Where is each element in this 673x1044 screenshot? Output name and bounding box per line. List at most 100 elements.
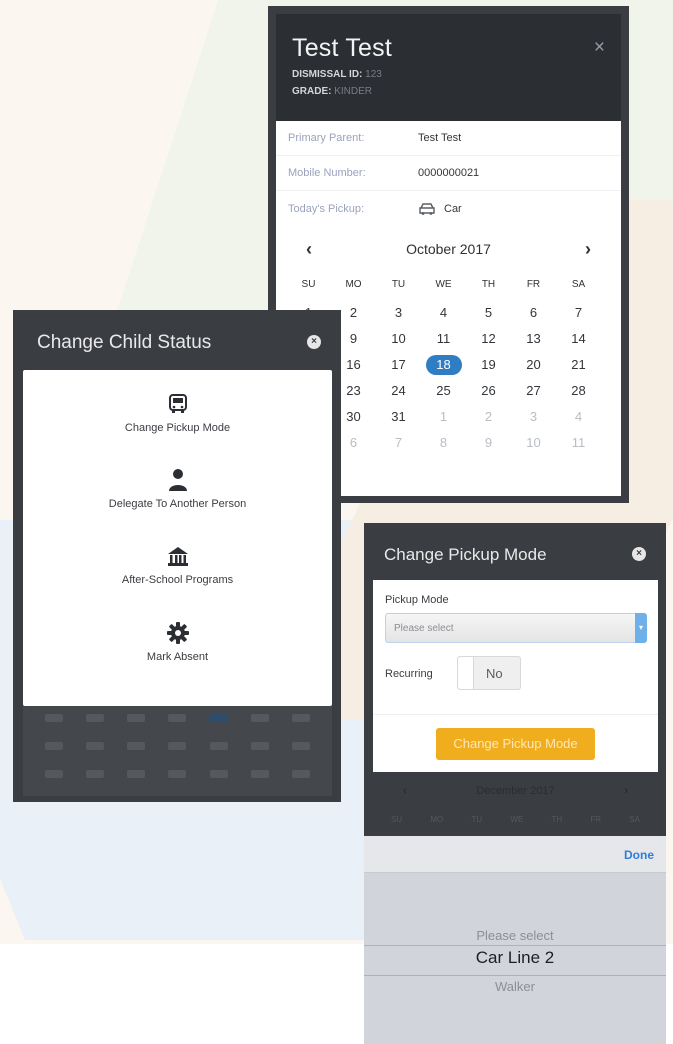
weekday-label: SU bbox=[301, 279, 316, 290]
weekday-label: MO bbox=[430, 815, 444, 824]
calendar-day[interactable]: 6 bbox=[511, 300, 556, 326]
weekday-label: WE bbox=[435, 279, 452, 290]
calendar-day[interactable]: 17 bbox=[376, 352, 421, 378]
toggle-knob bbox=[458, 657, 474, 689]
calendar-day[interactable]: 3 bbox=[376, 300, 421, 326]
info-value: 0000000021 bbox=[418, 167, 480, 179]
calendar-day[interactable]: 3 bbox=[511, 404, 556, 430]
info-value: Test Test bbox=[418, 132, 462, 144]
info-value: Car bbox=[418, 202, 462, 216]
calendar-day[interactable]: 4 bbox=[421, 300, 466, 326]
calendar-day[interactable]: 26 bbox=[466, 378, 511, 404]
calendar-day[interactable]: 24 bbox=[376, 378, 421, 404]
picker-selection-line bbox=[364, 945, 666, 946]
info-label: Today's Pickup: bbox=[288, 202, 365, 215]
divider bbox=[373, 714, 658, 715]
calendar-day-selected[interactable]: 18 bbox=[421, 352, 466, 378]
info-label: Primary Parent: bbox=[288, 132, 365, 144]
option-picker-wheel[interactable]: Please select Car Line 2 Walker bbox=[364, 873, 666, 1044]
calendar-day[interactable]: 1 bbox=[421, 404, 466, 430]
picker-selection-line bbox=[364, 975, 666, 976]
calendar-day[interactable]: 11 bbox=[421, 326, 466, 352]
calendar-day[interactable]: 5 bbox=[466, 300, 511, 326]
pickup-mode-select[interactable]: Please select ▾ bbox=[385, 613, 647, 643]
calendar-day[interactable]: 21 bbox=[556, 352, 601, 378]
calendar-next-icon[interactable]: › bbox=[585, 239, 591, 260]
person-icon bbox=[168, 469, 187, 491]
calendar-day[interactable]: 28 bbox=[556, 378, 601, 404]
calendar-day[interactable]: 4 bbox=[556, 404, 601, 430]
option-delegate[interactable]: Delegate To Another Person bbox=[23, 468, 332, 510]
weekday-label: TH bbox=[481, 279, 496, 290]
recurring-label: Recurring bbox=[385, 668, 433, 680]
status-options: Change Pickup Mode Delegate To Another P… bbox=[23, 370, 332, 706]
calendar-day[interactable]: 10 bbox=[376, 326, 421, 352]
option-label: Mark Absent bbox=[146, 651, 209, 663]
change-pickup-mode-modal: Change Pickup Mode × Pickup Mode Please … bbox=[364, 523, 666, 1044]
modal-title: Change Pickup Mode × bbox=[364, 523, 666, 581]
picker-option-selected[interactable]: Car Line 2 bbox=[364, 948, 666, 968]
bus-icon bbox=[168, 394, 187, 413]
calendar-day[interactable]: 19 bbox=[466, 352, 511, 378]
dimmed-calendar bbox=[23, 706, 332, 796]
grade: GRADE: KINDER bbox=[292, 86, 373, 97]
close-icon[interactable]: × bbox=[307, 335, 321, 349]
select-placeholder: Please select bbox=[394, 623, 454, 634]
change-child-status-modal: Change Child Status × Change Pickup Mode bbox=[13, 310, 341, 802]
calendar-day[interactable]: 12 bbox=[466, 326, 511, 352]
pickup-mode-value: Car bbox=[444, 202, 462, 215]
weekday-label: SU bbox=[391, 815, 403, 824]
close-icon[interactable]: × bbox=[594, 38, 605, 57]
info-label: Mobile Number: bbox=[288, 167, 366, 179]
calendar-day[interactable]: 2 bbox=[466, 404, 511, 430]
calendar-prev-icon: ‹ bbox=[403, 785, 407, 797]
gear-icon bbox=[166, 622, 189, 644]
info-row-mobile: Mobile Number: 0000000021 bbox=[276, 156, 621, 191]
picker-toolbar: Done bbox=[364, 836, 666, 873]
calendar-day[interactable]: 11 bbox=[556, 430, 601, 456]
weekday-label: TU bbox=[471, 815, 483, 824]
calendar-day[interactable]: 7 bbox=[556, 300, 601, 326]
chevron-down-icon[interactable]: ▾ bbox=[635, 613, 647, 643]
calendar-next-icon: › bbox=[624, 785, 628, 797]
calendar-month: December 2017 bbox=[476, 785, 555, 797]
info-row-parent: Primary Parent: Test Test bbox=[276, 121, 621, 156]
option-change-pickup-mode[interactable]: Change Pickup Mode bbox=[23, 392, 332, 434]
car-icon bbox=[419, 202, 435, 215]
calendar-nav: ‹ October 2017 › bbox=[276, 228, 621, 270]
calendar-prev-icon[interactable]: ‹ bbox=[306, 239, 312, 260]
option-label: After-School Programs bbox=[121, 574, 234, 586]
calendar-day[interactable]: 14 bbox=[556, 326, 601, 352]
option-mark-absent[interactable]: Mark Absent bbox=[23, 621, 332, 663]
recurring-toggle[interactable]: No bbox=[457, 656, 521, 690]
calendar-day[interactable]: 20 bbox=[511, 352, 556, 378]
calendar-day[interactable]: 10 bbox=[511, 430, 556, 456]
picker-option[interactable]: Please select bbox=[364, 928, 666, 943]
calendar-day[interactable]: 9 bbox=[466, 430, 511, 456]
calendar-day[interactable]: 31 bbox=[376, 404, 421, 430]
calendar-weekdays: SU MO TU WE TH FR SA bbox=[373, 797, 658, 824]
pickup-form: Pickup Mode Please select ▾ Recurring No… bbox=[373, 580, 658, 772]
weekday-label: TU bbox=[391, 279, 406, 290]
pickup-mode-label: Pickup Mode bbox=[385, 594, 449, 606]
calendar-day[interactable]: 13 bbox=[511, 326, 556, 352]
dimmed-calendar: ‹ December 2017 › SU MO TU WE TH FR SA bbox=[373, 775, 658, 835]
modal-title: Change Child Status × bbox=[13, 310, 341, 374]
info-row-pickup: Today's Pickup: Car bbox=[276, 191, 621, 226]
change-pickup-mode-button[interactable]: Change Pickup Mode bbox=[436, 728, 595, 760]
calendar-month: October 2017 bbox=[406, 241, 491, 257]
close-icon[interactable]: × bbox=[632, 547, 646, 561]
calendar-day[interactable]: 8 bbox=[421, 430, 466, 456]
option-label: Delegate To Another Person bbox=[108, 498, 247, 510]
calendar-day[interactable]: 25 bbox=[421, 378, 466, 404]
weekday-label: FR bbox=[526, 279, 541, 290]
picker-option[interactable]: Walker bbox=[364, 979, 666, 994]
weekday-label: SA bbox=[629, 815, 640, 824]
calendar-day[interactable]: 27 bbox=[511, 378, 556, 404]
dismissal-id-value: 123 bbox=[365, 69, 382, 80]
picker-done-button[interactable]: Done bbox=[624, 848, 654, 862]
option-after-school[interactable]: After-School Programs bbox=[23, 544, 332, 586]
calendar-day[interactable]: 7 bbox=[376, 430, 421, 456]
weekday-label: MO bbox=[345, 279, 362, 290]
grade-value: KINDER bbox=[334, 86, 373, 97]
